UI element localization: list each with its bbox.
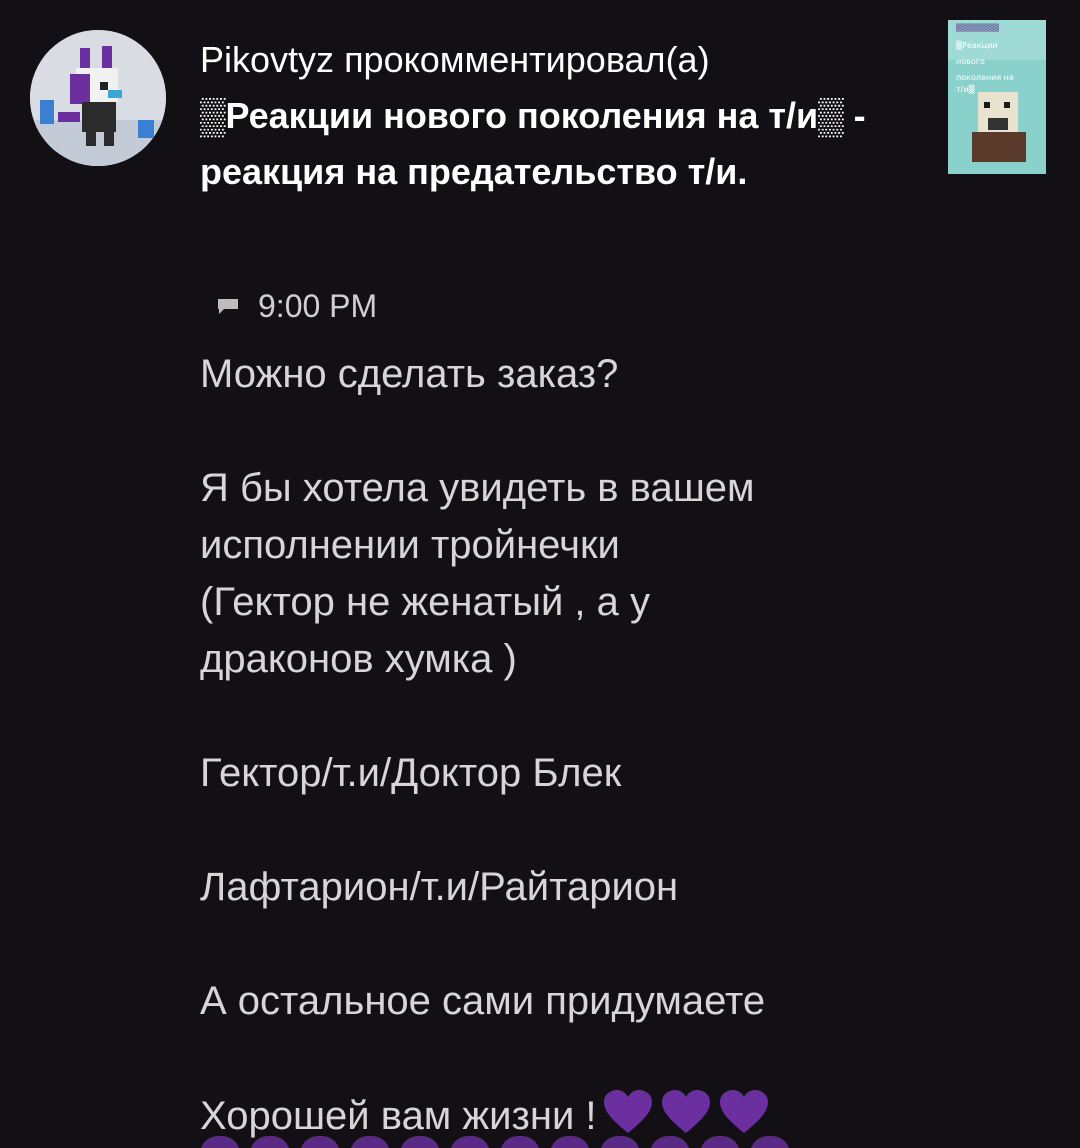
thumbnail-text-1: ▒Реакции	[956, 40, 997, 50]
purple-heart-icon	[719, 1090, 768, 1133]
notification-header: Pikovtyz прокомментировал(а) ▒Реакции но…	[200, 32, 920, 200]
purple-heart-icon	[500, 1136, 540, 1148]
thumbnail-text-4: т/и▒	[956, 84, 976, 94]
post-thumbnail[interactable]: ▒▒▒▒▒▒▒▒ ▒Реакции нового поколения на т/…	[948, 20, 1046, 174]
comment-icon	[218, 299, 238, 314]
purple-heart-icon	[250, 1136, 290, 1148]
comment-line: Я бы хотела увидеть в вашем	[200, 466, 755, 510]
thumbnail-text-3: поколения на	[956, 73, 1014, 82]
purple-heart-icon	[300, 1136, 340, 1148]
overflow-hearts-row	[200, 1136, 790, 1148]
post-thumbnail-image: ▒▒▒▒▒▒▒▒ ▒Реакции нового поколения на т/…	[948, 20, 1046, 174]
purple-hearts	[601, 1087, 771, 1137]
purple-heart-icon	[700, 1136, 740, 1148]
comment-line: (Гектор не женатый , а у	[200, 580, 650, 624]
user-avatar[interactable]	[30, 30, 166, 166]
avatar-image	[30, 30, 166, 166]
purple-heart-icon	[450, 1136, 490, 1148]
comment-line: Лафтарион/т.и/Райтарион	[200, 865, 679, 909]
post-title-link[interactable]: ▒Реакции нового поколения на т/и▒ - реак…	[200, 95, 866, 192]
comment-line: Гектор/т.и/Доктор Блек	[200, 751, 622, 795]
purple-heart-icon	[400, 1136, 440, 1148]
thumbnail-text-2: нового	[956, 57, 985, 66]
comment-line-text: Хорошей вам жизни !	[200, 1094, 597, 1138]
comment-line: А остальное сами придумаете	[200, 979, 766, 1023]
username-link[interactable]: Pikovtyz	[200, 39, 334, 80]
comment-line: Можно сделать заказ?	[200, 352, 619, 396]
purple-heart-icon	[650, 1136, 690, 1148]
purple-heart-icon	[661, 1090, 710, 1133]
thumbnail-header-text: ▒▒▒▒▒▒▒▒	[956, 23, 1000, 32]
purple-heart-icon	[550, 1136, 590, 1148]
notification-screen: Pikovtyz прокомментировал(а) ▒Реакции но…	[0, 0, 1080, 1148]
comment-body: Можно сделать заказ? Я бы хотела увидеть…	[200, 346, 1040, 1145]
comment-line: драконов хумка )	[200, 637, 517, 681]
purple-heart-icon	[603, 1090, 652, 1133]
action-text: прокомментировал(а)	[344, 39, 710, 80]
purple-heart-icon	[350, 1136, 390, 1148]
comment-meta: 9:00 PM	[216, 286, 377, 326]
comment-time: 9:00 PM	[258, 287, 378, 324]
purple-heart-icon	[600, 1136, 640, 1148]
purple-heart-icon	[200, 1136, 240, 1148]
purple-heart-icon	[750, 1136, 790, 1148]
comment-line: исполнении тройнечки	[200, 523, 620, 567]
